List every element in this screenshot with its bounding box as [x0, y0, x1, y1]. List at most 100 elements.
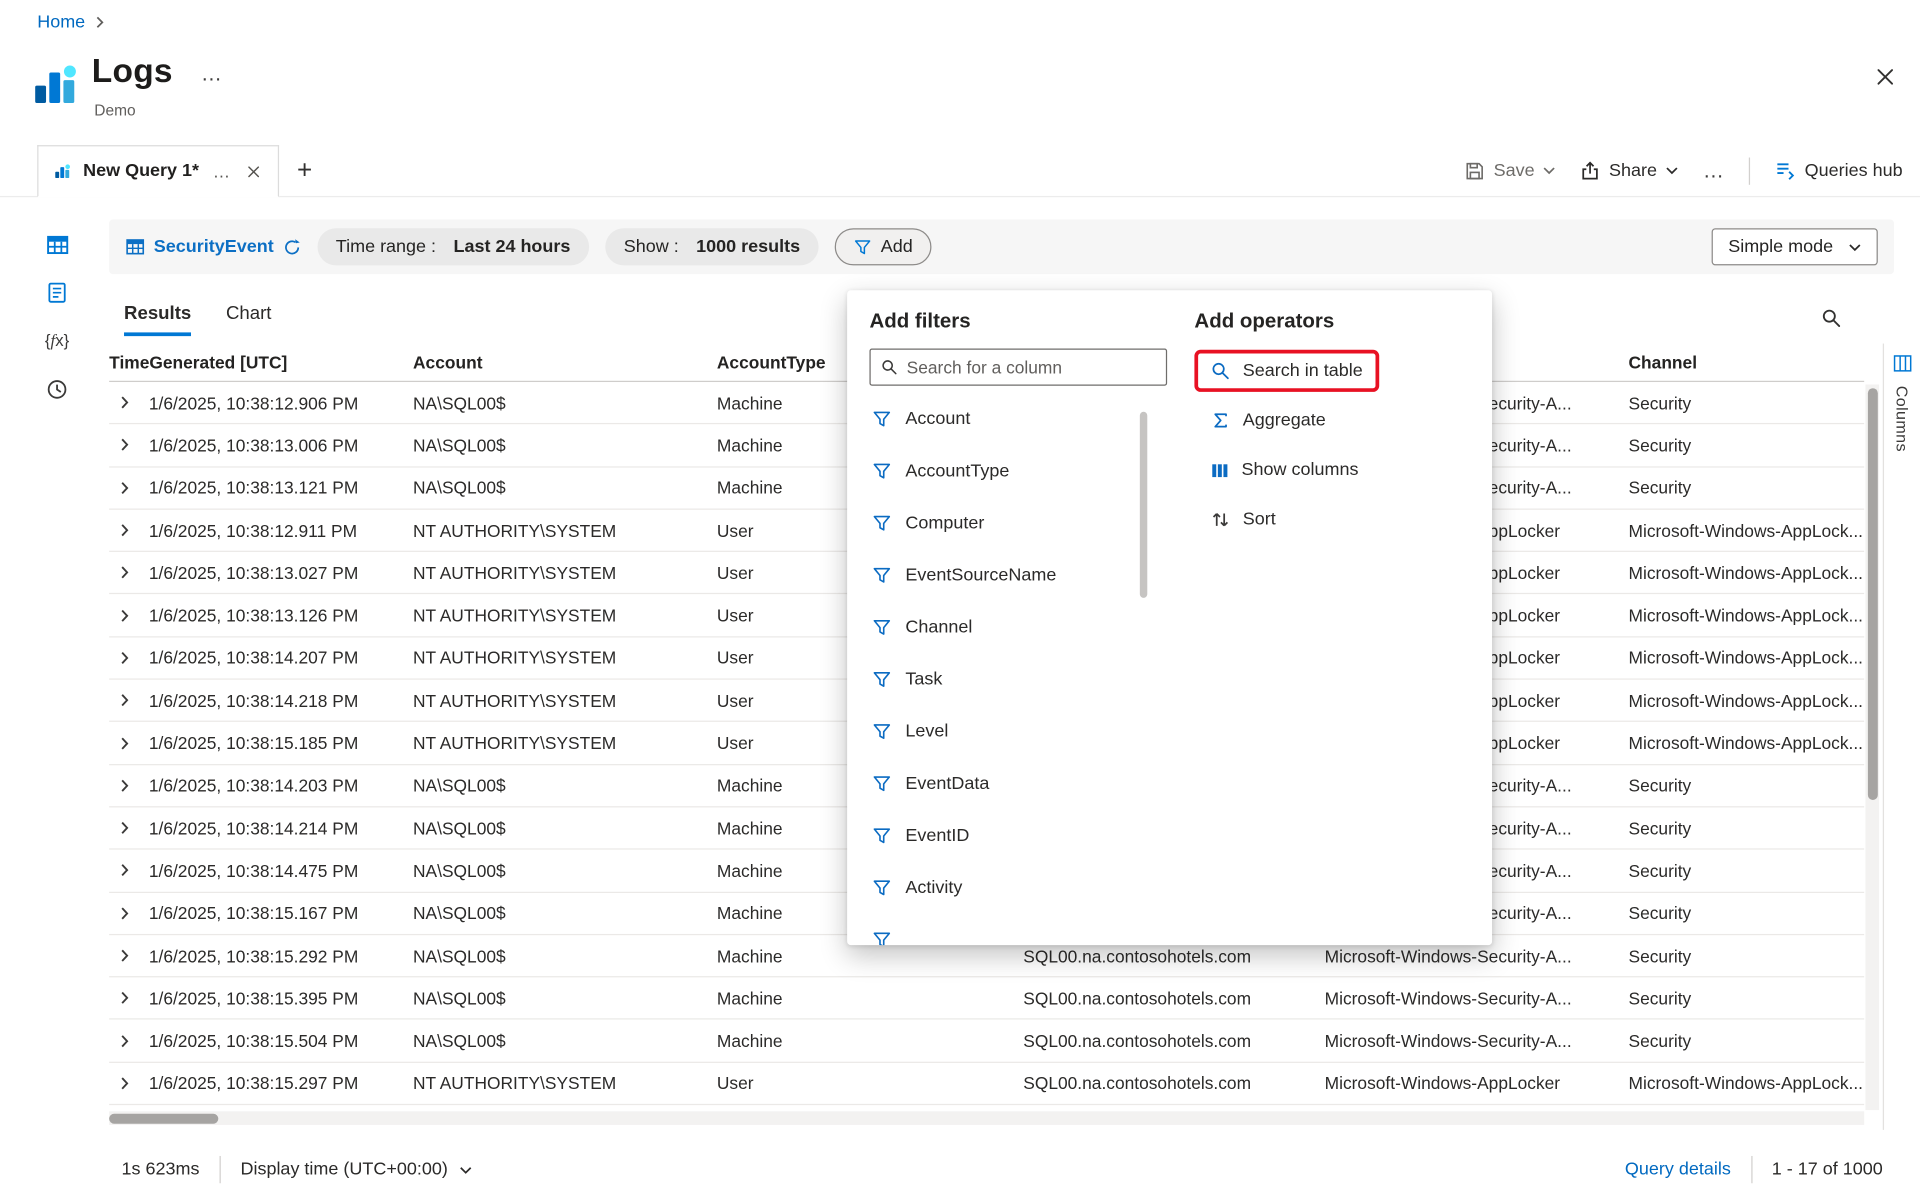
filter-column-item[interactable]: EventID [869, 810, 1167, 862]
rail-queries-button[interactable] [37, 274, 77, 311]
cell-account: NT AUTHORITY\SYSTEM [413, 563, 717, 583]
filter-list-scrollbar[interactable] [1140, 412, 1147, 598]
horizontal-scrollbar-thumb[interactable] [109, 1113, 218, 1123]
time-range-label: Time range : [336, 237, 436, 257]
row-expand-chevron-icon[interactable] [109, 481, 149, 495]
operator-aggregate[interactable]: Aggregate [1194, 399, 1341, 441]
column-header-channel[interactable]: Channel [1629, 352, 1865, 372]
time-range-pill[interactable]: Time range : Last 24 hours [317, 228, 589, 265]
new-tab-button[interactable]: + [297, 158, 312, 184]
filter-column-label: EventData [905, 774, 989, 794]
aggregate-icon [1211, 411, 1231, 431]
logs-app-icon [30, 60, 82, 112]
columns-panel-toggle[interactable]: Columns [1883, 344, 1920, 1130]
operator-show-columns[interactable]: Show columns [1194, 449, 1374, 491]
filter-column-item[interactable]: Level [869, 706, 1167, 758]
columns-icon [1892, 353, 1912, 373]
filter-column-item[interactable]: Task [869, 654, 1167, 706]
filter-column-item[interactable]: AccountType [869, 445, 1167, 497]
row-expand-chevron-icon[interactable] [109, 779, 149, 793]
rail-history-button[interactable] [37, 371, 77, 408]
cell-channel: Microsoft-Windows-AppLock... [1629, 605, 1865, 625]
row-expand-chevron-icon[interactable] [109, 396, 149, 410]
cell-timegenerated: 1/6/2025, 10:38:13.121 PM [149, 478, 413, 498]
show-results-pill[interactable]: Show : 1000 results [605, 228, 819, 265]
logs-blade: Home Logs … Demo New Query 1* … + [0, 0, 1920, 1200]
queries-hub-button[interactable]: Queries hub [1775, 161, 1903, 181]
add-filters-section: Add filters Account AccountType Computer… [869, 310, 1167, 945]
table-row[interactable]: 1/6/2025, 10:38:15.395 PM NA\SQL00$ Mach… [109, 978, 1864, 1021]
filter-column-item[interactable]: Account [869, 393, 1167, 445]
simple-mode-dropdown[interactable]: Simple mode [1712, 228, 1878, 265]
filter-column-item[interactable]: Activity [869, 862, 1167, 914]
display-time-label: Display time (UTC+00:00) [240, 1160, 447, 1180]
column-header-timegenerated[interactable]: TimeGenerated [UTC] [109, 352, 413, 372]
row-expand-chevron-icon[interactable] [109, 736, 149, 750]
breadcrumb-home-link[interactable]: Home [37, 12, 85, 32]
vertical-scrollbar[interactable] [1865, 384, 1879, 1110]
filter-column-item[interactable] [869, 914, 1167, 945]
cell-timegenerated: 1/6/2025, 10:38:15.395 PM [149, 988, 413, 1008]
tab-results[interactable]: Results [124, 303, 191, 336]
vertical-scrollbar-thumb[interactable] [1867, 388, 1877, 800]
cell-timegenerated: 1/6/2025, 10:38:15.292 PM [149, 946, 413, 966]
cell-computer: SQL00.na.contosohotels.com [1023, 946, 1324, 966]
column-search-input[interactable] [907, 357, 1156, 377]
row-expand-chevron-icon[interactable] [109, 1034, 149, 1048]
table-row[interactable]: 1/6/2025, 10:38:15.504 PM NA\SQL00$ Mach… [109, 1020, 1864, 1063]
tab-more-button[interactable]: … [210, 161, 232, 181]
tab-close-button[interactable] [244, 164, 263, 178]
tables-grid-icon [45, 233, 69, 257]
tab-chart[interactable]: Chart [226, 303, 272, 336]
filter-column-item[interactable]: Channel [869, 602, 1167, 654]
display-time-dropdown[interactable]: Display time (UTC+00:00) [240, 1160, 472, 1180]
table-row[interactable]: 1/6/2025, 10:38:15.297 PM NT AUTHORITY\S… [109, 1063, 1864, 1106]
add-button[interactable]: Add [835, 228, 932, 265]
share-button[interactable]: Share [1581, 161, 1679, 181]
filter-column-item[interactable]: EventSourceName [869, 549, 1167, 601]
operator-search-in-table[interactable]: Search in table [1194, 350, 1378, 392]
column-search-box[interactable] [869, 349, 1167, 386]
results-search-button[interactable] [1821, 308, 1842, 329]
rail-functions-button[interactable]: {fx} [37, 322, 77, 359]
filter-icon [853, 238, 872, 257]
row-expand-chevron-icon[interactable] [109, 949, 149, 963]
query-details-link[interactable]: Query details [1625, 1160, 1731, 1180]
cell-account: NA\SQL00$ [413, 478, 717, 498]
row-expand-chevron-icon[interactable] [109, 1076, 149, 1090]
rail-tables-button[interactable] [37, 226, 77, 263]
refresh-button[interactable] [282, 238, 301, 257]
close-icon [1875, 67, 1895, 87]
queries-doc-icon [46, 282, 68, 304]
row-expand-chevron-icon[interactable] [109, 523, 149, 537]
tab-new-query[interactable]: New Query 1* … [37, 145, 278, 197]
table-chip[interactable]: SecurityEvent [125, 237, 301, 257]
mode-label: Simple mode [1728, 237, 1833, 257]
filter-icon [872, 461, 892, 481]
chevron-right-icon [95, 16, 104, 28]
cell-account: NA\SQL00$ [413, 776, 717, 796]
save-button[interactable]: Save [1465, 161, 1556, 181]
row-expand-chevron-icon[interactable] [109, 991, 149, 1005]
operator-sort[interactable]: Sort [1194, 499, 1291, 541]
filter-column-item[interactable]: Computer [869, 497, 1167, 549]
row-expand-chevron-icon[interactable] [109, 438, 149, 452]
row-expand-chevron-icon[interactable] [109, 566, 149, 580]
row-expand-chevron-icon[interactable] [109, 651, 149, 665]
title-more-button[interactable]: … [201, 62, 222, 87]
toolbar-more-button[interactable]: … [1703, 158, 1724, 183]
left-rail: {fx} [37, 226, 79, 408]
cell-accounttype: User [717, 1073, 1023, 1093]
row-expand-chevron-icon[interactable] [109, 821, 149, 835]
query-tab-icon [53, 162, 72, 181]
row-expand-chevron-icon[interactable] [109, 609, 149, 623]
row-expand-chevron-icon[interactable] [109, 694, 149, 708]
cell-computer: SQL00.na.contosohotels.com [1023, 1031, 1324, 1051]
query-history-clock-icon [46, 378, 68, 400]
column-header-account[interactable]: Account [413, 352, 717, 372]
horizontal-scrollbar[interactable] [109, 1111, 1864, 1125]
row-expand-chevron-icon[interactable] [109, 906, 149, 920]
filter-column-item[interactable]: EventData [869, 758, 1167, 810]
close-button[interactable] [1870, 62, 1900, 92]
row-expand-chevron-icon[interactable] [109, 864, 149, 878]
